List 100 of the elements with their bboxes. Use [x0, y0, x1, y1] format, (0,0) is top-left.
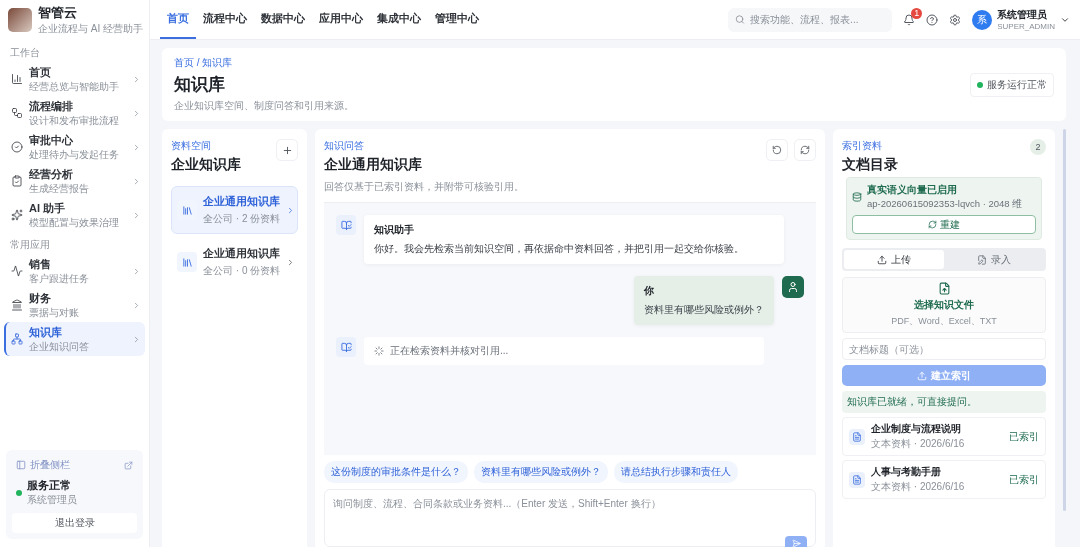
logo [8, 8, 32, 32]
suggestion-chip[interactable]: 资料里有哪些风险或例外？ [474, 461, 608, 483]
refresh-icon [928, 220, 937, 229]
nav-tab[interactable]: 流程中心 [196, 0, 254, 39]
search-box[interactable]: 搜索功能、流程、报表... [728, 7, 893, 32]
settings-icon[interactable] [949, 13, 962, 26]
index-status: 已索引 [1009, 472, 1039, 487]
document-item[interactable]: 企业制度与流程说明 文本资料 · 2026/6/16 已索引 [842, 417, 1046, 456]
upload-icon [877, 254, 887, 265]
nav-item[interactable]: 财务 票据与对账 [4, 288, 145, 322]
library-icon [177, 252, 197, 272]
nav-item[interactable]: 知识库 企业知识问答 [4, 322, 145, 356]
bell-icon[interactable] [903, 13, 916, 26]
document-meta: 文本资料 · 2026/6/16 [871, 480, 965, 494]
nav-item[interactable]: AI 助手 模型配置与效果治理 [4, 198, 145, 232]
nav-item[interactable]: 流程编排 设计和发布审批流程 [4, 96, 145, 130]
status-pill: 服务运行正常 [970, 72, 1054, 97]
search-icon [735, 14, 746, 25]
nav-description: 生成经营报告 [29, 181, 90, 196]
question-box[interactable]: 询问制度、流程、合同条款或业务资料...（Enter 发送，Shift+Enter 换行） [324, 489, 816, 547]
message-text: 你好。我会先检索当前知识空间，再依据命中资料回答，并把引用一起交给你核验。 [374, 242, 745, 256]
message-author: 你 [644, 284, 655, 298]
nav-label: 知识库 [29, 324, 63, 340]
spinner-icon [374, 346, 384, 356]
logout-button[interactable]: 退出登录 [12, 513, 137, 533]
nav-description: 模型配置与效果治理 [29, 215, 120, 230]
nav-label: 销售 [29, 256, 52, 272]
panel-title: 企业知识库 [171, 156, 241, 174]
refresh-button[interactable] [794, 139, 816, 161]
search-field[interactable]: 搜索功能、流程、报表... [750, 14, 886, 25]
sparkles-icon [11, 209, 23, 221]
nav-item[interactable]: 销售 客户跟进任务 [4, 254, 145, 288]
chevron-icon [132, 176, 141, 186]
file-edit-icon [977, 254, 987, 265]
nav-description: 企业知识问答 [29, 339, 90, 354]
nav-tab[interactable]: 管理中心 [428, 0, 486, 39]
workflow-icon [11, 107, 23, 119]
ready-notice: 知识库已就绪，可直接提问。 [842, 391, 1046, 413]
user-role: SUPER_ADMIN [997, 22, 1055, 31]
upload-title: 选择知识文件 [914, 298, 974, 312]
nav-tab[interactable]: 应用中心 [312, 0, 370, 39]
document-name: 企业制度与流程说明 [871, 422, 962, 436]
external-link-icon[interactable] [124, 460, 133, 470]
suggestion-chip[interactable]: 这份制度的审批条件是什么？ [324, 461, 468, 483]
bar-chart-icon [11, 73, 23, 85]
mode-tab[interactable]: 录入 [944, 250, 1044, 269]
upload-icon [917, 370, 927, 381]
panel-title: 企业通用知识库 [324, 156, 423, 174]
nav-description: 设计和发布审批流程 [29, 113, 120, 128]
nav-label: 经营分析 [29, 166, 74, 182]
undo-button[interactable] [766, 139, 788, 161]
space-item[interactable]: 企业通用知识库 全公司 · 2 份资料 [171, 186, 298, 234]
brand-subtitle: 企业流程与 AI 经营助手 [38, 22, 143, 36]
nav-label: 流程编排 [29, 98, 74, 114]
nav-item[interactable]: 经营分析 生成经营报告 [4, 164, 145, 198]
upload-formats: PDF、Word、Excel、TXT [891, 315, 997, 328]
nav-label: 首页 [29, 64, 52, 80]
upload-zone[interactable]: 选择知识文件 PDF、Word、Excel、TXT [842, 277, 1046, 333]
suggestion-chip[interactable]: 请总结执行步骤和责任人 [614, 461, 738, 483]
chevron-icon [132, 266, 141, 276]
nav-item[interactable]: 审批中心 处理待办与发起任务 [4, 130, 145, 164]
chevron-icon [132, 142, 141, 152]
nav-tab[interactable]: 集成中心 [370, 0, 428, 39]
space-meta: 全公司 · 2 份资料 [203, 212, 281, 226]
mode-tab[interactable]: 上传 [844, 250, 944, 269]
file-upload-icon [937, 282, 951, 295]
nav-tab[interactable]: 首页 [160, 0, 196, 39]
chevron-icon [132, 74, 141, 84]
document-icon [849, 428, 865, 445]
document-name: 人事与考勤手册 [871, 465, 942, 479]
brand-name: 智管云 [38, 4, 78, 22]
send-icon [791, 538, 801, 547]
document-item[interactable]: 人事与考勤手册 文本资料 · 2026/6/16 已索引 [842, 460, 1046, 499]
nav-tab[interactable]: 数据中心 [254, 0, 312, 39]
undo-icon [772, 145, 782, 155]
breadcrumb[interactable]: 首页 / 知识库 [174, 56, 354, 70]
vector-detail: ap-20260615092353-lqvch · 2048 维 [867, 198, 1023, 211]
rebuild-button[interactable]: 重建 [852, 215, 1036, 234]
loading-text: 正在检索资料并核对引用... [390, 344, 509, 358]
document-icon [849, 471, 865, 488]
panel-title: 文档目录 [842, 156, 898, 174]
title-field[interactable]: 文档标题（可选） [842, 338, 1046, 360]
page-description: 企业知识库空间、制度问答和引用来源。 [174, 99, 354, 113]
notification-badge: 1 [911, 7, 923, 19]
chevron-icon [132, 210, 141, 220]
database-icon [852, 192, 862, 202]
bank-icon [11, 299, 23, 311]
space-name: 企业通用知识库 [203, 246, 281, 261]
vector-title: 真实语义向量已启用 [867, 183, 958, 197]
nav-description: 客户跟进任务 [29, 271, 90, 286]
chevron-icon [132, 108, 141, 118]
help-icon[interactable] [926, 13, 939, 26]
status-dot [16, 489, 22, 496]
user-icon [782, 276, 804, 298]
index-status: 已索引 [1009, 429, 1039, 444]
add-button[interactable] [276, 139, 298, 161]
plus-icon [281, 144, 293, 156]
nav-item[interactable]: 首页 经营总览与智能助手 [4, 62, 145, 96]
space-meta: 全公司 · 0 份资料 [203, 264, 281, 278]
network-icon [11, 333, 23, 345]
